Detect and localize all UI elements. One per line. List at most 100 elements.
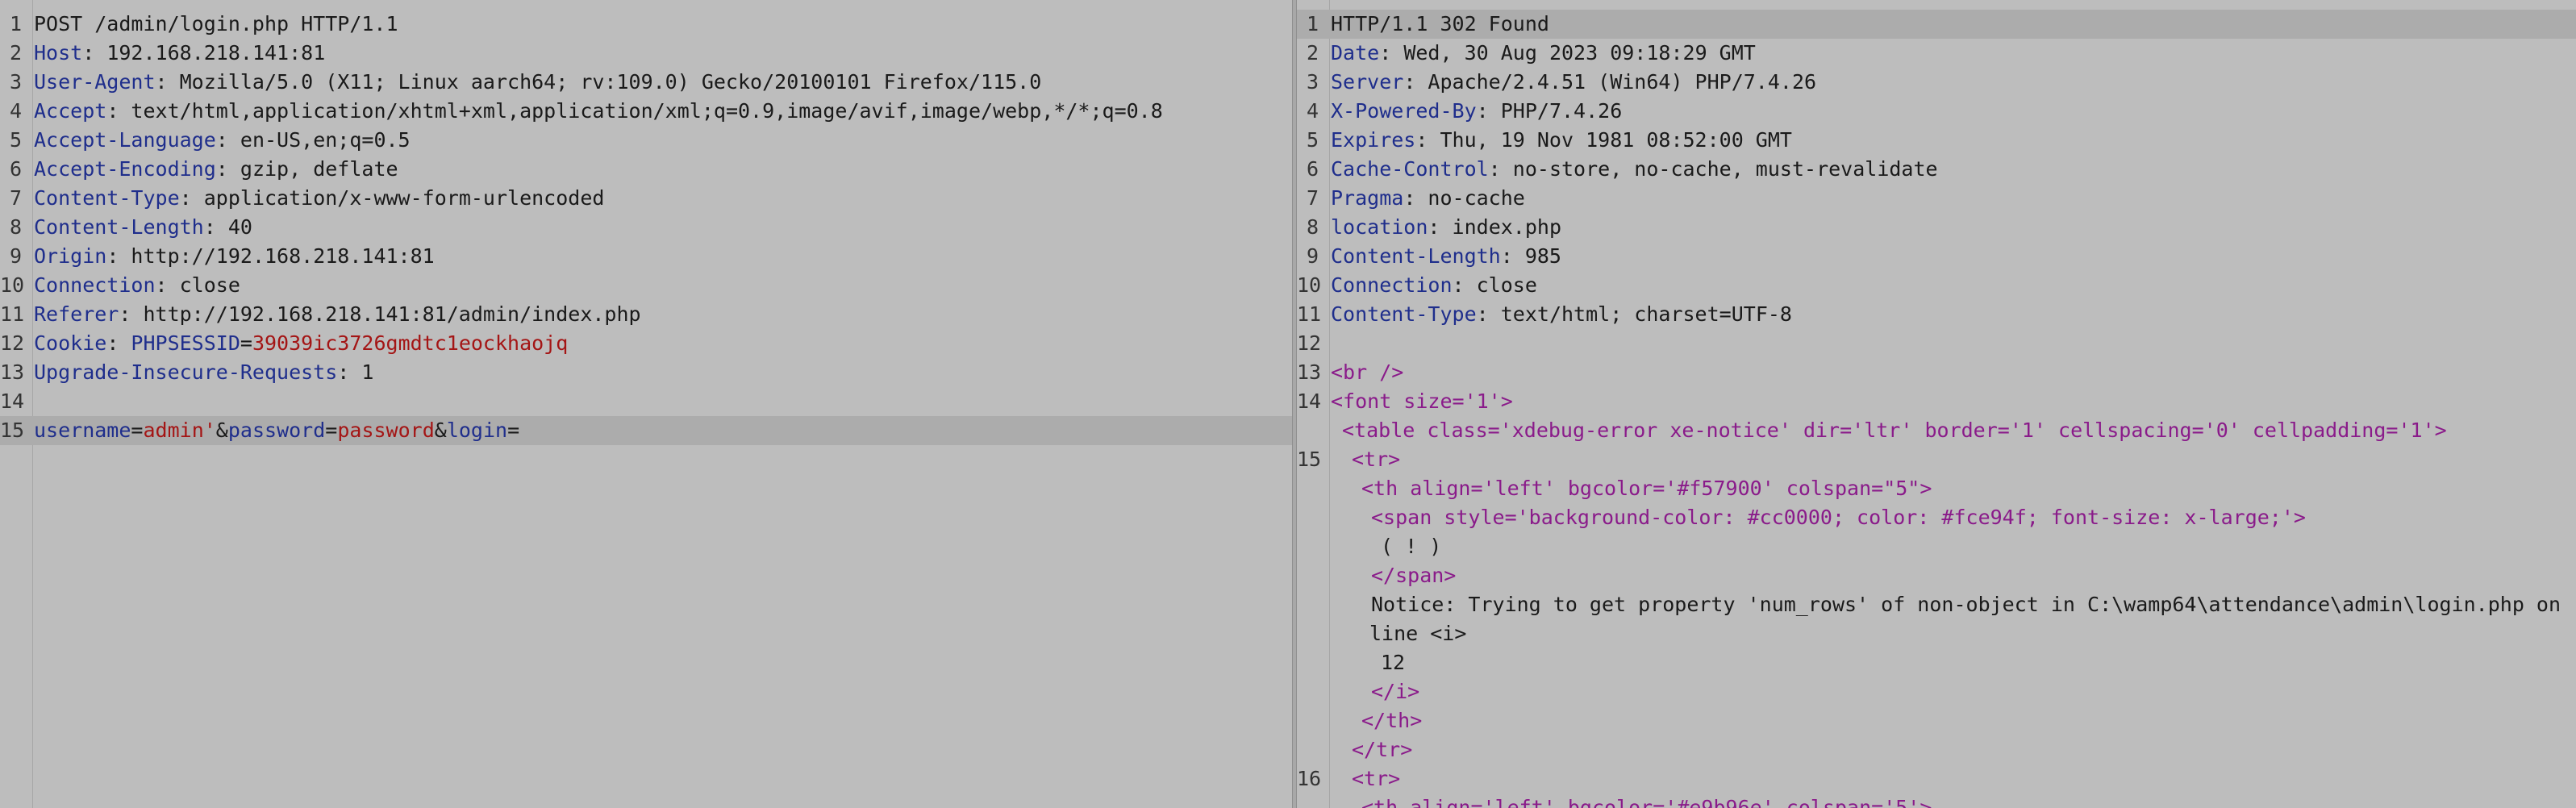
line-number: 11 [1297,302,1322,326]
line-number: 3 [1306,70,1319,94]
line-content: username=admin'&password=password&login= [34,416,519,445]
request-code[interactable]: 1 POST /admin/login.php HTTP/1.1 2 Host: 19… [0,10,1297,445]
request-line: 9 Origin: http://192.168.218.141:81 [0,242,1297,271]
line-content: Content-Type: application/x-www-form-url… [34,184,604,213]
line-number: 2 [9,41,22,65]
html-source-token: <th align='left' bgcolor='#e9b96e' colsp… [1361,796,1932,808]
param-value: admin' [143,419,216,442]
line-number: 2 [1306,41,1319,65]
header-name: Accept [34,99,107,123]
line-content: Cookie: PHPSESSID=39039ic3726gmdtc1eockh… [34,329,568,358]
response-header-line: 7 Pragma: no-cache [1297,184,2576,213]
html-source-token: 12 [1381,651,1406,674]
line-content: <span style='background-color: #cc0000; … [1331,503,2306,532]
line-number: 5 [1306,128,1319,152]
header-value: Wed, 30 Aug 2023 09:18:29 GMT [1391,41,1756,65]
request-line: 4 Accept: text/html,application/xhtml+xml… [0,97,1297,126]
response-body-line: <table class='xdebug-error xe-notice' di… [1297,416,2576,445]
line-content: <tr> [1331,445,1400,474]
line-number: 10 [0,273,25,297]
response-code[interactable]: 1 HTTP/1.1 302 Found 2 Date: Wed, 30 Aug 2… [1297,10,2576,808]
line-number: 9 [1306,244,1319,268]
line-number: 14 [0,389,25,413]
line-content: Cache-Control: no-store, no-cache, must-… [1331,155,1938,184]
html-source-token: <tr> [1352,448,1401,471]
header-value: http://192.168.218.141:81/admin/index.ph… [131,302,641,326]
html-source-token: </th> [1361,709,1423,732]
code-punct: : [155,273,168,297]
header-value: gzip, deflate [227,157,398,181]
code-punct: : [1488,157,1501,181]
response-header-line: 6 Cache-Control: no-store, no-cache, must… [1297,155,2576,184]
request-line: 7 Content-Type: application/x-www-form-ur… [0,184,1297,213]
header-name: Origin [34,244,107,268]
request-line: 10 Connection: close [0,271,1297,300]
line-content: Origin: http://192.168.218.141:81 [34,242,435,271]
request-line: 12 Cookie: PHPSESSID=39039ic3726gmdtc1eoc… [0,329,1297,358]
line-number: 4 [1306,99,1319,123]
header-value: 1 [349,360,374,384]
header-value: Thu, 19 Nov 1981 08:52:00 GMT [1428,128,1792,152]
header-name: location [1331,215,1428,239]
header-value: no-store, no-cache, must-revalidate [1500,157,1938,181]
code-punct: = [131,419,144,442]
line-number: 8 [1306,215,1319,239]
line-content: </tr> [1331,735,1412,764]
request-editor[interactable]: 1 POST /admin/login.php HTTP/1.1 2 Host: 19… [0,0,1297,808]
code-punct: : [1428,215,1440,239]
header-name: Cache-Control [1331,157,1489,181]
header-value: Apache/2.4.51 (Win64) PHP/7.4.26 [1415,70,1817,94]
code-punct: & [215,419,228,442]
request-line: 2 Host: 192.168.218.141:81 [0,39,1297,68]
line-content: <th align='left' bgcolor='#e9b96e' colsp… [1331,793,1932,808]
response-body-line: 16 <tr> [1297,764,2576,793]
line-content: Date: Wed, 30 Aug 2023 09:18:29 GMT [1331,39,1756,68]
response-body-line: 14 <font size='1'> [1297,387,2576,416]
line-number: 13 [0,360,25,384]
header-value: 985 [1512,244,1561,268]
line-content: X-Powered-By: PHP/7.4.26 [1331,97,1622,126]
cookie-name: PHPSESSID [119,331,240,355]
request-line: 11 Referer: http://192.168.218.141:81/adm… [0,300,1297,329]
line-number: 3 [9,70,22,94]
line-number: 6 [9,157,22,181]
line-content: Host: 192.168.218.141:81 [34,39,325,68]
header-name: Referer [34,302,119,326]
code-punct: : [215,128,228,152]
param-value: password [337,419,435,442]
header-value: text/html,application/xhtml+xml,applicat… [119,99,1163,123]
line-content: Pragma: no-cache [1331,184,1525,213]
code-punct: : [1403,186,1416,210]
status-line: 1 HTTP/1.1 302 Found [1297,10,2576,39]
line-number: 11 [0,302,25,326]
header-value: close [1464,273,1537,297]
request-line: 14 [0,387,1297,416]
response-body-line: line <i> [1297,619,2576,648]
code-punct: = [240,331,252,355]
html-source-token: </i> [1371,680,1420,703]
response-body-line: 13 <br /> [1297,358,2576,387]
line-content: <table class='xdebug-error xe-notice' di… [1331,416,2447,445]
response-viewer[interactable]: 1 HTTP/1.1 302 Found 2 Date: Wed, 30 Aug 2… [1297,0,2576,808]
response-body-line: <th align='left' bgcolor='#e9b96e' colsp… [1297,793,2576,808]
request-line: 5 Accept-Language: en-US,en;q=0.5 [0,126,1297,155]
html-source-token: ( ! ) [1381,535,1442,558]
html-source-token: <br /> [1331,360,1404,384]
code-punct: : [1476,99,1489,123]
header-name: Content-Type [34,186,180,210]
line-content: Expires: Thu, 19 Nov 1981 08:52:00 GMT [1331,126,1792,155]
html-source-token: <font size='1'> [1331,389,1513,413]
response-body-line: <span style='background-color: #cc0000; … [1297,503,2576,532]
line-number: 14 [1297,389,1322,413]
header-name: Content-Length [34,215,204,239]
code-punct: : [82,41,95,65]
param-name: password [227,419,326,442]
request-body-line: 15 username=admin'&password=password&logi… [0,416,1297,445]
code-punct: : [1379,41,1392,65]
request-line: 8 Content-Length: 40 [0,213,1297,242]
request-line: 1 POST /admin/login.php HTTP/1.1 [0,10,1297,39]
response-body-line: 12 [1297,329,2576,358]
line-content: Connection: close [34,271,240,300]
line-content: ( ! ) [1331,532,1441,561]
header-name: Cookie [34,331,107,355]
